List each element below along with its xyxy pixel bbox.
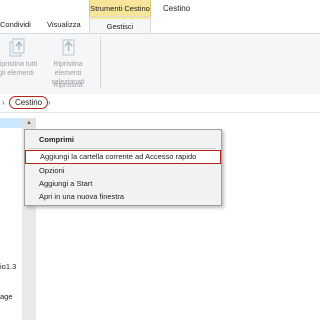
breadcrumb-chevron-icon[interactable]: › xyxy=(48,98,51,107)
menu-item-label: Aggiungi a Start xyxy=(39,179,93,188)
navigation-selected-item[interactable] xyxy=(0,118,22,128)
context-tab-group-label: Strumenti Cestino xyxy=(89,0,151,16)
menu-separator xyxy=(28,148,216,149)
restore-all-label-2: gli elementi xyxy=(0,70,34,77)
restore-all-label-1: Ripristina tutti xyxy=(0,61,38,68)
restore-selected-button[interactable]: Ripristina elementi selezionati xyxy=(40,36,96,87)
restore-all-button[interactable]: Ripristina tutti gli elementi xyxy=(0,36,40,78)
tab-gestisci-label: Gestisci xyxy=(106,21,134,31)
restore-selected-icon xyxy=(62,39,75,56)
window-title: Cestino xyxy=(163,4,191,13)
tab-visualizza[interactable]: Visualizza xyxy=(47,20,81,29)
navigation-item-label[interactable]: age xyxy=(0,292,13,301)
menu-item-label: Apri in una nuova finestra xyxy=(39,192,125,201)
menu-item-aggiungi-accesso-rapido[interactable]: Aggiungi la cartella corrente ad Accesso… xyxy=(25,150,221,164)
menu-item-label: Opzioni xyxy=(39,166,65,175)
menu-item-comprimi[interactable]: Comprimi xyxy=(24,133,220,146)
ribbon-group-label: Ripristina xyxy=(53,82,83,89)
menu-item-nuova-finestra[interactable]: Apri in una nuova finestra xyxy=(24,190,220,203)
ribbon-group-divider xyxy=(100,36,101,88)
menu-item-label: Aggiungi la cartella corrente ad Accesso… xyxy=(40,152,197,161)
menu-item-label: Comprimi xyxy=(39,135,75,144)
restore-selected-label-1: Ripristina elementi xyxy=(53,61,83,77)
scroll-up-arrow-icon[interactable]: ▲ xyxy=(22,118,36,128)
restore-all-icon xyxy=(9,38,25,57)
menu-item-opzioni[interactable]: Opzioni xyxy=(24,164,220,177)
breadcrumb-cestino[interactable]: Cestino xyxy=(9,96,49,109)
tab-condividi[interactable]: Condividi xyxy=(0,20,31,29)
menu-item-aggiungi-start[interactable]: Aggiungi a Start xyxy=(24,177,220,190)
breadcrumb-chevron-icon[interactable]: › xyxy=(2,98,5,107)
navigation-item-label[interactable]: io1.3 xyxy=(0,262,16,271)
